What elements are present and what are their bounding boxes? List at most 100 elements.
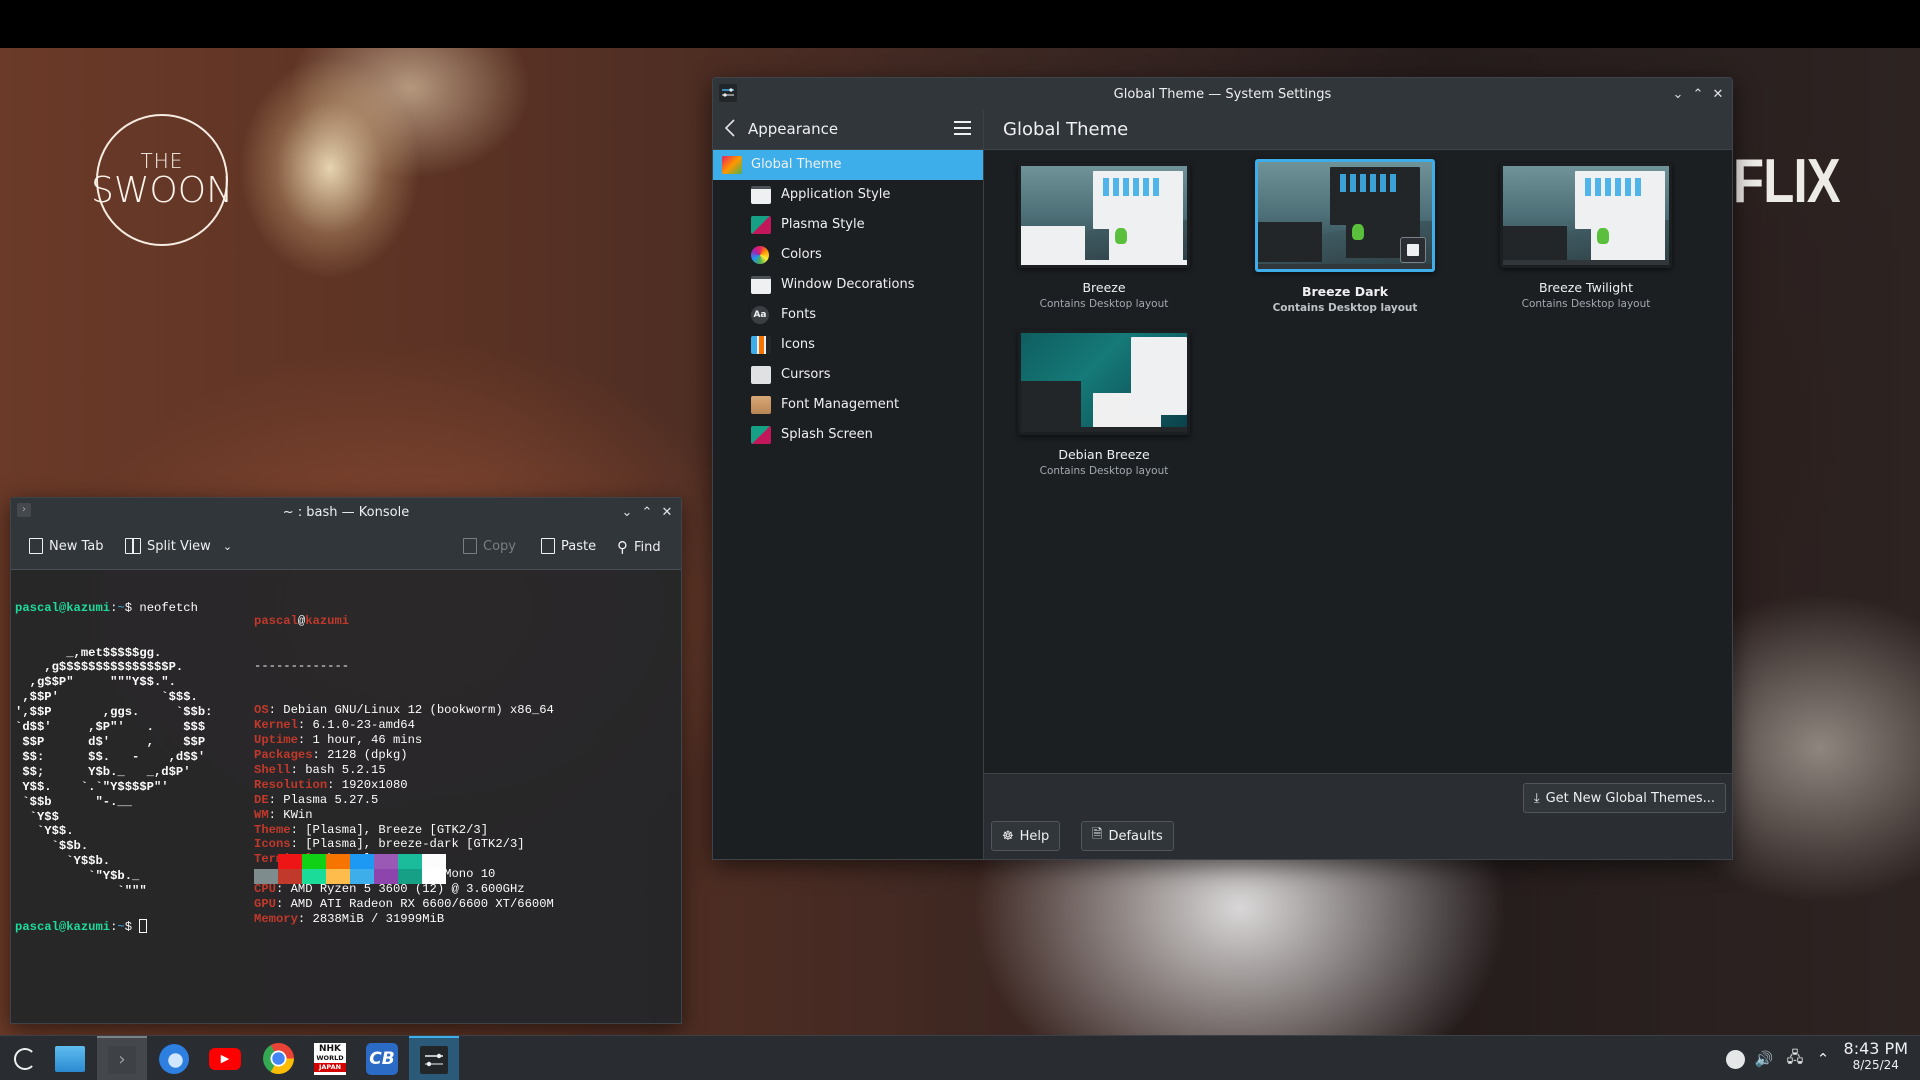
new-tab-button[interactable]: New Tab [29, 538, 104, 554]
hamburger-menu-icon[interactable] [954, 121, 971, 135]
theme-card-breeze-dark[interactable]: Breeze Dark Contains Desktop layout [1250, 159, 1440, 314]
system-settings-icon [420, 1045, 448, 1074]
sidebar-item-fonts[interactable]: Aa Fonts [713, 300, 983, 330]
network-icon[interactable]: 🖧 [1784, 1048, 1806, 1070]
taskbar-chrome[interactable] [253, 1036, 303, 1080]
minimize-button[interactable]: ⌄ [1668, 84, 1688, 104]
volume-icon[interactable]: 🔊 [1753, 1048, 1775, 1070]
taskbar-cb[interactable]: CB [357, 1036, 407, 1080]
button-label: Help [1019, 828, 1050, 844]
theme-preview-image[interactable] [1018, 330, 1190, 435]
theme-preview-image[interactable] [1500, 163, 1672, 268]
nf-key: WM [254, 807, 269, 822]
taskbar-konsole[interactable]: › [97, 1036, 147, 1080]
maximize-button[interactable]: ⌃ [637, 502, 657, 522]
close-button[interactable]: ✕ [657, 502, 677, 522]
sidebar-item-global-theme[interactable]: Global Theme [713, 150, 983, 180]
close-icon: ✕ [661, 504, 673, 520]
document-revert-icon: 🗎 [1092, 827, 1103, 842]
theme-card-breeze[interactable]: Breeze Contains Desktop layout [1009, 163, 1199, 310]
sidebar-item-window-decorations[interactable]: Window Decorations [713, 270, 983, 300]
get-new-themes-button[interactable]: ⤓ Get New Global Themes... [1522, 783, 1726, 813]
paste-button[interactable]: Paste [541, 538, 596, 554]
nhk-line: WORLD [316, 1054, 344, 1062]
taskbar-thunderbird[interactable] [149, 1036, 199, 1080]
palette-swatch [326, 854, 350, 869]
nf-host: kazumi [305, 613, 350, 628]
button-label: Copy [483, 538, 516, 554]
taskbar-youtube[interactable]: ▶ [200, 1036, 250, 1080]
sidebar-title: Appearance [748, 120, 839, 138]
button-label: Paste [561, 538, 597, 554]
taskbar-dolphin[interactable] [45, 1036, 95, 1080]
sidebar-item-icons[interactable]: Icons [713, 330, 983, 360]
find-button[interactable]: ⚲ Find [617, 538, 661, 556]
chevron-down-icon[interactable]: ⌄ [223, 540, 232, 553]
nf-field: OS: Debian GNU/Linux 12 (bookworm) x86_6… [254, 703, 554, 718]
sidebar-item-splash-screen[interactable]: Splash Screen [713, 420, 983, 450]
thunderbird-icon [159, 1043, 189, 1074]
theme-card-debian-breeze[interactable]: Debian Breeze Contains Desktop layout [1009, 330, 1199, 477]
nf-value: : AMD Ryzen 5 3600 (12) @ 3.600GHz [275, 882, 525, 897]
sidebar-item-colors[interactable]: Colors [713, 240, 983, 270]
minimize-button[interactable]: ⌄ [617, 502, 637, 522]
fullscreen-preview-button[interactable] [1400, 237, 1426, 263]
font-management-icon [751, 396, 771, 414]
back-button[interactable] [723, 118, 743, 140]
nf-field: WM: KWin [254, 808, 554, 823]
prompt-symbol: $ [124, 920, 133, 934]
clock-time: 8:43 PM [1843, 1039, 1908, 1058]
sidebar-item-plasma-style[interactable]: Plasma Style [713, 210, 983, 240]
sidebar-item-cursors[interactable]: Cursors [713, 360, 983, 390]
image-icon [1407, 244, 1419, 256]
nf-value: : 1920x1080 [327, 777, 408, 792]
maximize-button[interactable]: ⌃ [1688, 84, 1708, 104]
theme-card-breeze-twilight[interactable]: Breeze Twilight Contains Desktop layout [1491, 163, 1681, 310]
nf-key: Memory [254, 911, 298, 926]
button-label: Split View [147, 538, 211, 554]
nf-field: Theme: [Plasma], Breeze [GTK2/3] [254, 823, 554, 838]
theme-name: Breeze [1082, 280, 1126, 295]
chevron-down-icon: ⌄ [1672, 86, 1684, 102]
nf-value: : 1 hour, 46 mins [297, 733, 423, 748]
digital-clock[interactable]: 8:43 PM 8/25/24 [1844, 1040, 1908, 1073]
prompt-symbol: $ [124, 600, 133, 615]
expand-tray-icon[interactable]: ⌃ [1812, 1048, 1834, 1070]
help-button[interactable]: ☸ Help [991, 821, 1061, 851]
theme-preview-image[interactable] [1018, 163, 1190, 268]
sidebar-item-font-management[interactable]: Font Management [713, 390, 983, 420]
steam-icon[interactable] [1724, 1048, 1746, 1070]
sidebar-item-label: Font Management [781, 397, 900, 412]
sidebar-item-label: Global Theme [751, 157, 842, 172]
colors-icon [751, 246, 769, 264]
nf-key: CPU [254, 882, 276, 897]
sidebar-item-label: Fonts [781, 307, 817, 322]
nf-field: Memory: 2838MiB / 31999MiB [254, 912, 554, 927]
settings-titlebar[interactable]: Global Theme — System Settings ⌄ ⌃ ✕ [713, 78, 1732, 110]
content-header: Global Theme [984, 110, 1732, 150]
download-icon: ⤓ [1533, 790, 1540, 806]
konsole-titlebar[interactable]: › ~ : bash — Konsole ⌄ ⌃ ✕ [11, 498, 681, 526]
close-button[interactable]: ✕ [1708, 84, 1728, 104]
palette-swatch [254, 869, 278, 884]
nf-key: Shell [254, 762, 291, 777]
cursors-icon [751, 366, 771, 384]
defaults-button[interactable]: 🗎 Defaults [1081, 821, 1174, 851]
application-launcher[interactable] [0, 1036, 50, 1080]
split-view-button[interactable]: Split View ⌄ [125, 538, 232, 554]
text-cursor [139, 919, 148, 933]
taskbar-nhk-world[interactable]: NHK WORLD JAPAN [305, 1036, 355, 1080]
nhk-line: JAPAN [314, 1063, 346, 1072]
chrome-icon [262, 1043, 294, 1074]
nf-key: Uptime [254, 733, 298, 748]
fonts-icon: Aa [751, 306, 769, 324]
terminal-output[interactable]: pascal@kazumi:~$ neofetch _,met$$$$$gg. … [11, 570, 681, 1023]
taskbar-system-settings[interactable] [409, 1036, 459, 1080]
theme-preview-image[interactable] [1255, 159, 1435, 272]
sidebar-item-application-style[interactable]: Application Style [713, 180, 983, 210]
icons-icon [751, 336, 771, 354]
theme-description: Contains Desktop layout [1521, 298, 1651, 310]
copy-button[interactable]: Copy [463, 538, 516, 554]
nf-key: Kernel [254, 718, 298, 733]
page-title: Global Theme [1003, 119, 1129, 140]
